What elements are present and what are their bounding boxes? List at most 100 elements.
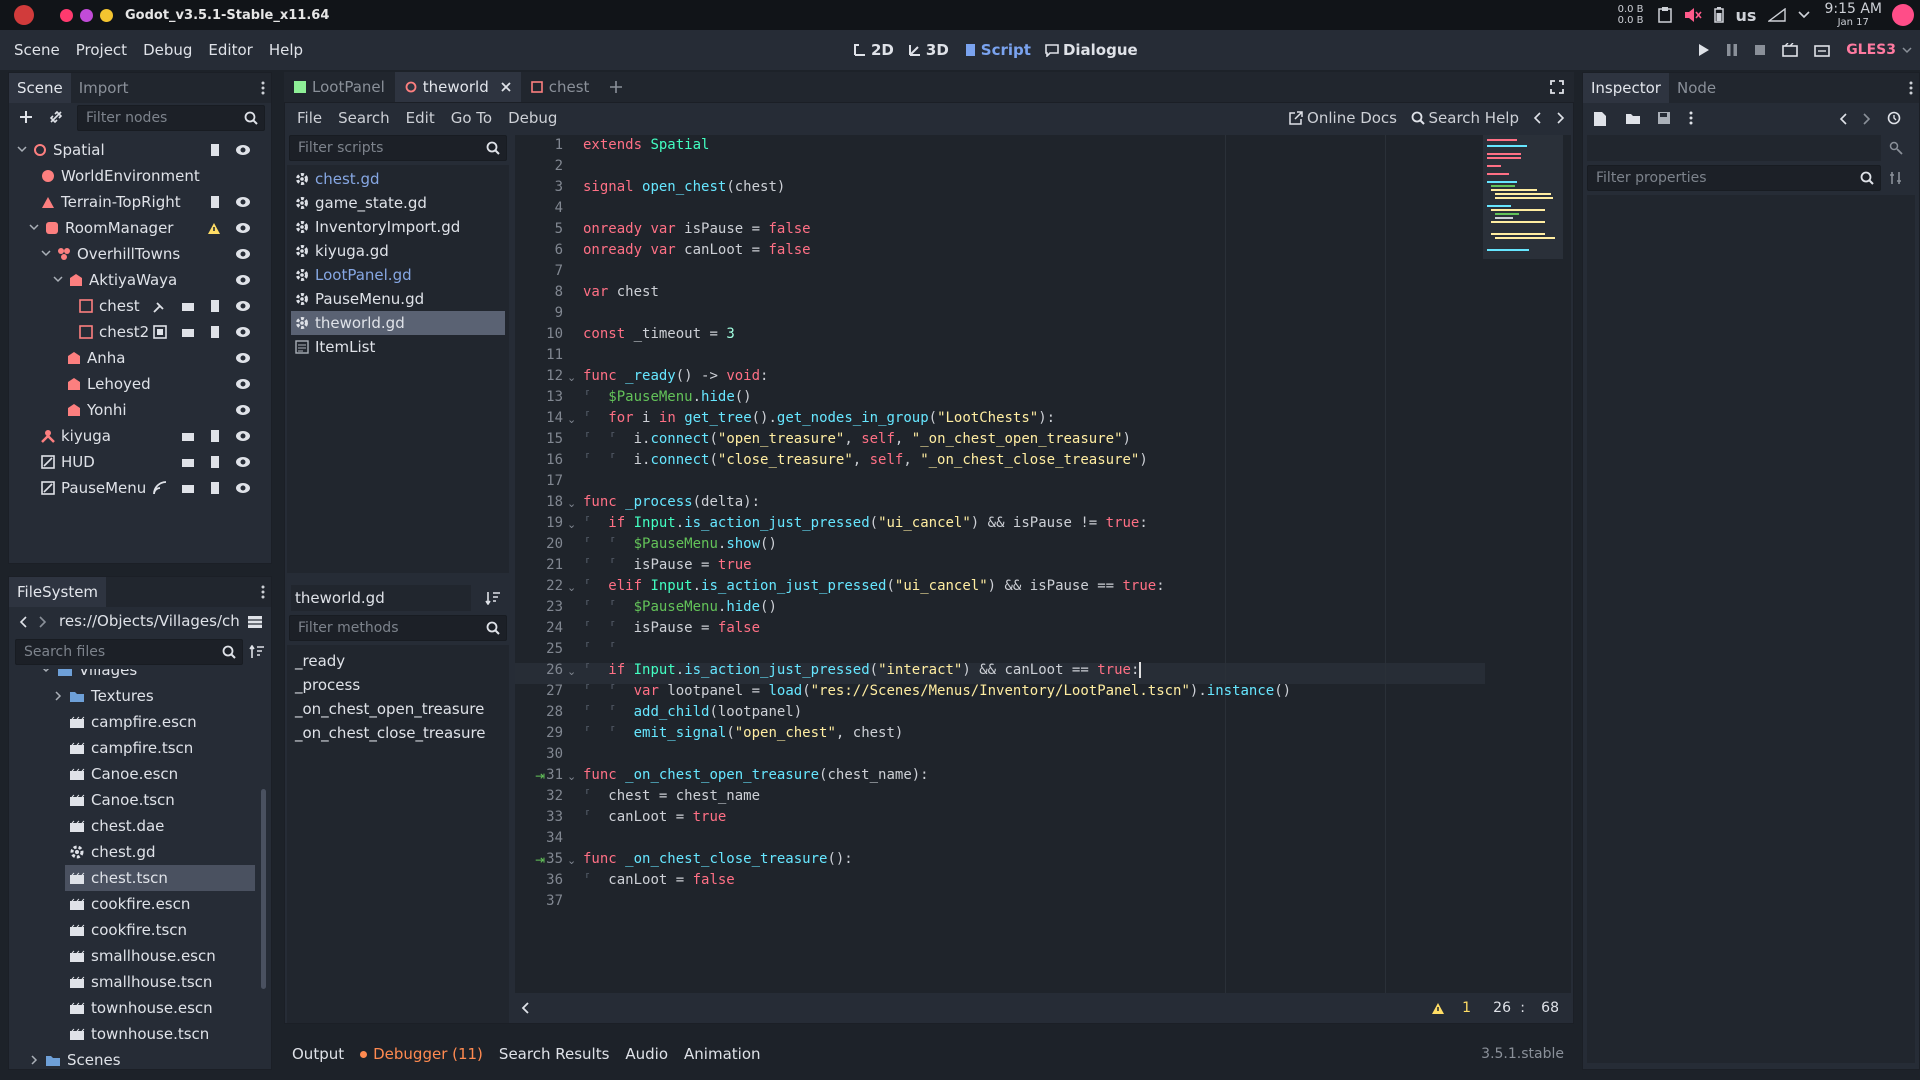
visibility-eye-icon[interactable]	[235, 274, 257, 286]
scene-tab-chest[interactable]: chest	[521, 72, 600, 102]
sort-methods-icon[interactable]	[485, 591, 501, 605]
method-item[interactable]: _process	[291, 673, 505, 697]
bottom-tab-audio[interactable]: Audio	[625, 1045, 668, 1063]
script-attached-icon[interactable]	[209, 143, 227, 157]
file-smallhouse-tscn[interactable]: smallhouse.tscn	[69, 969, 212, 995]
new-resource-icon[interactable]	[1593, 111, 1607, 127]
bottom-tab-search-results[interactable]: Search Results	[499, 1045, 609, 1063]
script-item-lootpanel-gd[interactable]: LootPanel.gd	[291, 263, 505, 287]
visibility-eye-icon[interactable]	[235, 378, 257, 390]
script-item-chest-gd[interactable]: chest.gd	[291, 167, 505, 191]
tree-node-aktiyawaya[interactable]: AktiyaWaya	[53, 267, 269, 293]
signal-connection-icon[interactable]: ⇥	[535, 769, 545, 783]
clipboard-icon[interactable]	[1657, 7, 1672, 23]
split-view-icon[interactable]	[247, 615, 263, 629]
folder-scenes[interactable]: Scenes	[31, 1047, 121, 1069]
open-folder-icon[interactable]	[1625, 112, 1641, 125]
script-attached-icon[interactable]	[209, 325, 227, 339]
tree-node-chest2[interactable]: chest2	[79, 319, 269, 345]
search-help-button[interactable]: Search Help	[1411, 109, 1519, 127]
forward-arrow-icon[interactable]	[39, 616, 47, 628]
workspace-3d-button[interactable]: 3D	[908, 41, 949, 59]
file-smallhouse-escn[interactable]: smallhouse.escn	[69, 943, 216, 969]
visibility-eye-icon[interactable]	[235, 300, 257, 312]
file-chest-tscn[interactable]: chest.tscn	[65, 865, 255, 891]
chevron-down-icon[interactable]	[1798, 11, 1811, 19]
stop-icon[interactable]	[1754, 44, 1766, 56]
tree-node-lehoyed[interactable]: Lehoyed	[67, 371, 269, 397]
fold-arrow-icon[interactable]: ⌄	[567, 518, 576, 531]
fold-arrow-icon[interactable]: ⌄	[567, 497, 576, 510]
history-forward-icon[interactable]	[1557, 112, 1565, 124]
maximize-window-button[interactable]	[100, 8, 113, 22]
file-cookfire-escn[interactable]: cookfire.escn	[69, 891, 190, 917]
history-back-icon[interactable]	[1533, 112, 1541, 124]
signal-connected-icon[interactable]	[153, 299, 173, 313]
warning-icon[interactable]	[1431, 1002, 1445, 1015]
warning-icon[interactable]	[207, 222, 227, 235]
script-attached-icon[interactable]	[209, 455, 227, 469]
visibility-eye-icon[interactable]	[235, 430, 257, 442]
play-icon[interactable]	[1698, 43, 1710, 57]
volume-muted-icon[interactable]	[1684, 7, 1702, 23]
fold-arrow-icon[interactable]: ⌄	[567, 413, 576, 426]
workspace-dialogue-button[interactable]: Dialogue	[1045, 41, 1138, 59]
more-options-icon[interactable]	[1909, 81, 1913, 95]
bottom-tab-debugger[interactable]: Debugger (11)	[360, 1045, 483, 1063]
distraction-free-icon[interactable]	[1550, 80, 1564, 94]
play-custom-scene-icon[interactable]	[1814, 43, 1830, 57]
add-scene-tab-icon[interactable]	[609, 80, 623, 94]
more-options-icon[interactable]	[261, 585, 265, 599]
filesystem-scrollbar[interactable]	[261, 789, 266, 989]
more-options-icon[interactable]	[261, 81, 265, 95]
script-attached-icon[interactable]	[209, 299, 227, 313]
back-arrow-icon[interactable]	[19, 616, 27, 628]
script-menu-goto[interactable]: Go To	[443, 109, 500, 127]
fold-arrow-icon[interactable]: ⌄	[567, 854, 576, 867]
search-files-input[interactable]: Search files	[15, 639, 243, 665]
tab-import[interactable]: Import	[71, 73, 137, 103]
filesystem-path[interactable]: res://Objects/Villages/che	[59, 612, 239, 630]
file-townhouse-escn[interactable]: townhouse.escn	[69, 995, 213, 1021]
scene-tab-lootpanel[interactable]: LootPanel	[284, 72, 395, 102]
inspector-tools-icon[interactable]	[1889, 171, 1903, 185]
script-menu-edit[interactable]: Edit	[398, 109, 443, 127]
tree-node-worldenvironment[interactable]: WorldEnvironment	[41, 163, 269, 189]
tab-node[interactable]: Node	[1669, 73, 1724, 103]
script-attached-icon[interactable]	[209, 481, 227, 495]
file-townhouse-tscn[interactable]: townhouse.tscn	[69, 1021, 209, 1047]
visibility-eye-icon[interactable]	[235, 456, 257, 468]
script-item-game-state-gd[interactable]: game_state.gd	[291, 191, 505, 215]
wifi-icon[interactable]	[1768, 8, 1787, 22]
file-canoe-tscn[interactable]: Canoe.tscn	[69, 787, 175, 813]
link-icon[interactable]	[49, 110, 63, 124]
visibility-eye-icon[interactable]	[235, 404, 257, 416]
workspace-2d-button[interactable]: 2D	[853, 41, 894, 59]
menu-debug[interactable]: Debug	[135, 41, 200, 59]
script-menu-search[interactable]: Search	[330, 109, 398, 127]
scene-tab-theworld[interactable]: theworld	[394, 72, 521, 102]
tree-node-spatial[interactable]: Spatial	[17, 137, 269, 163]
script-item-inventoryimport-gd[interactable]: InventoryImport.gd	[291, 215, 505, 239]
open-scene-icon[interactable]	[181, 430, 201, 442]
fold-arrow-icon[interactable]: ⌄	[567, 371, 576, 384]
script-item-itemlist[interactable]: ItemList	[291, 335, 505, 359]
filter-properties-input[interactable]: Filter properties	[1587, 165, 1881, 191]
filter-methods-input[interactable]: Filter methods	[289, 615, 507, 641]
tab-filesystem[interactable]: FileSystem	[9, 577, 107, 607]
script-item-theworld-gd[interactable]: theworld.gd	[291, 311, 505, 335]
fold-arrow-icon[interactable]: ⌄	[567, 770, 576, 783]
script-item-pausemenu-gd[interactable]: PauseMenu.gd	[291, 287, 505, 311]
file-canoe-escn[interactable]: Canoe.escn	[69, 761, 178, 787]
tree-node-hud[interactable]: HUD	[41, 449, 269, 475]
fold-arrow-icon[interactable]: ⌄	[567, 581, 576, 594]
code-minimap[interactable]	[1483, 135, 1563, 259]
method-item[interactable]: _on_chest_open_treasure	[291, 697, 505, 721]
next-object-icon[interactable]	[1863, 113, 1871, 125]
script-menu-file[interactable]: File	[289, 109, 330, 127]
online-docs-button[interactable]: Online Docs	[1289, 109, 1397, 127]
bottom-tab-animation[interactable]: Animation	[684, 1045, 760, 1063]
fold-arrow-icon[interactable]: ⌄	[567, 665, 576, 678]
battery-icon[interactable]	[1713, 7, 1724, 23]
close-window-button[interactable]	[60, 8, 73, 22]
